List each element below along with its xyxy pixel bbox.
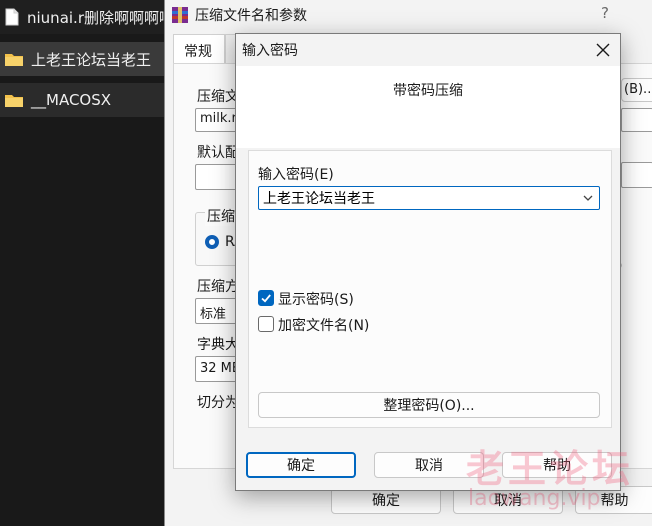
explorer-item-folder-selected[interactable]: 上老王论坛当老王 bbox=[0, 42, 168, 76]
profile-combo-tail bbox=[621, 162, 652, 188]
password-dialog-subtitle: 带密码压缩 bbox=[393, 83, 463, 99]
folder-icon bbox=[5, 95, 23, 107]
encrypt-filenames-label: 加密文件名(N) bbox=[278, 318, 370, 334]
password-input[interactable] bbox=[261, 188, 577, 208]
explorer-item-file[interactable]: niunai.r删除啊啊啊啊 bbox=[0, 0, 168, 34]
show-password-checkbox[interactable] bbox=[258, 290, 274, 306]
ok-button[interactable]: 确定 bbox=[246, 452, 356, 478]
default-profile-label: 默认配 bbox=[197, 145, 239, 161]
winrar-icon bbox=[172, 7, 188, 23]
close-icon[interactable] bbox=[592, 39, 614, 61]
explorer-item-label: 上老王论坛当老王 bbox=[31, 50, 152, 69]
archive-name-input-tail bbox=[621, 108, 652, 132]
password-dialog-header bbox=[236, 66, 620, 148]
explorer-item-folder[interactable]: __MACOSX bbox=[0, 83, 168, 117]
password-combo[interactable] bbox=[258, 186, 600, 210]
checkmark-icon bbox=[261, 294, 271, 303]
compression-method-label: 压缩方 bbox=[197, 279, 239, 295]
explorer-item-label: __MACOSX bbox=[31, 91, 112, 109]
archive-dialog-title: 压缩文件名和参数 bbox=[195, 8, 307, 24]
organize-passwords-button[interactable]: 整理密码(O)... bbox=[258, 392, 600, 418]
show-password-label: 显示密码(S) bbox=[278, 292, 354, 308]
archive-dialog-titlebar: 压缩文件名和参数 ? bbox=[165, 0, 652, 30]
folder-icon bbox=[5, 54, 23, 66]
help-question-icon[interactable]: ? bbox=[601, 4, 609, 22]
password-dialog-title: 输入密码 bbox=[242, 43, 298, 59]
archive-name-label: 压缩文 bbox=[197, 89, 239, 105]
explorer-item-label: niunai.r删除啊啊啊啊 bbox=[27, 8, 168, 27]
rar-radio[interactable] bbox=[205, 235, 219, 249]
password-dialog: 输入密码 带密码压缩 输入密码(E) 显示密码(S) 加密文件名(N) 整理密码… bbox=[235, 33, 621, 491]
chevron-down-icon[interactable] bbox=[581, 191, 595, 205]
tab-general[interactable]: 常规 bbox=[173, 34, 225, 64]
encrypt-filenames-checkbox[interactable] bbox=[258, 316, 274, 332]
watermark-text: 老王论坛 bbox=[466, 447, 635, 491]
password-label: 输入密码(E) bbox=[258, 167, 334, 183]
watermark-url: laowang.vip bbox=[468, 486, 601, 511]
file-icon bbox=[5, 8, 19, 26]
browse-button[interactable]: (B)... bbox=[621, 78, 652, 102]
split-volume-label: 切分为 bbox=[197, 395, 239, 411]
file-explorer-pane: niunai.r删除啊啊啊啊 上老王论坛当老王 __MACOSX bbox=[0, 0, 168, 526]
dictionary-size-label: 字典大 bbox=[197, 337, 239, 353]
archive-format-label: 压缩 bbox=[205, 206, 237, 226]
